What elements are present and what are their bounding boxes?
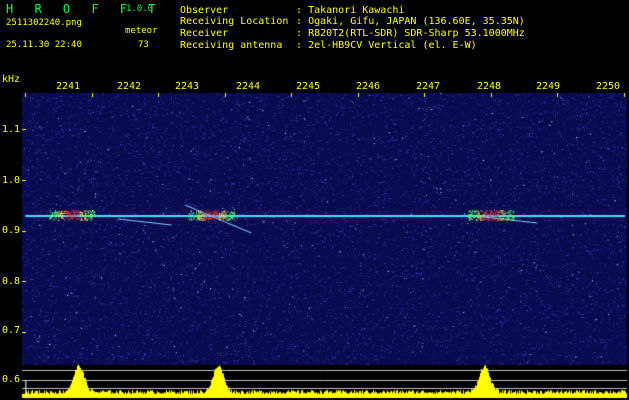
y-tick: 0.7 <box>2 325 21 336</box>
meteor-count: 73 <box>138 40 149 50</box>
y-tick: 0.9 <box>2 225 21 236</box>
x-tick: 2246 <box>355 81 381 92</box>
info-value-location: : Ogaki, Gifu, JAPAN (136.60E, 35.35N) <box>296 16 525 27</box>
info-value-antenna: : 2el-HB9CV Vertical (el. E-W) <box>296 40 477 51</box>
x-tick: 2245 <box>295 81 321 92</box>
x-tick: 2241 <box>55 81 81 92</box>
y-tick: 0.8 <box>2 276 21 287</box>
spectrogram-canvas <box>0 0 629 400</box>
capture-datetime: 25.11.30 22:40 <box>6 40 82 50</box>
info-row-receiver: Receiver <box>180 28 229 39</box>
y-tick: 1.0 <box>2 175 21 186</box>
x-tick: 2242 <box>116 81 142 92</box>
info-value-observer: : Takanori Kawachi <box>296 5 405 16</box>
file-name: 2511302240.png <box>6 18 82 28</box>
y-axis-unit: kHz <box>2 74 21 85</box>
x-tick: 2247 <box>415 81 441 92</box>
app-version: 1.0.0 <box>126 4 154 14</box>
x-tick: 2250 <box>595 81 621 92</box>
y-tick: 0.6 <box>2 374 21 385</box>
info-value-receiver: : R820T2(RTL-SDR) SDR-Sharp 53.1000MHz <box>296 28 525 39</box>
y-tick: 1.1 <box>2 124 21 135</box>
info-row-antenna: Receiving antenna <box>180 40 283 51</box>
info-row-location: Receiving Location <box>180 16 289 27</box>
x-tick: 2248 <box>476 81 502 92</box>
x-tick: 2243 <box>174 81 200 92</box>
info-row-observer: Observer <box>180 5 229 16</box>
meteor-label: meteor <box>125 26 158 36</box>
x-tick: 2244 <box>235 81 261 92</box>
x-tick: 2249 <box>535 81 561 92</box>
